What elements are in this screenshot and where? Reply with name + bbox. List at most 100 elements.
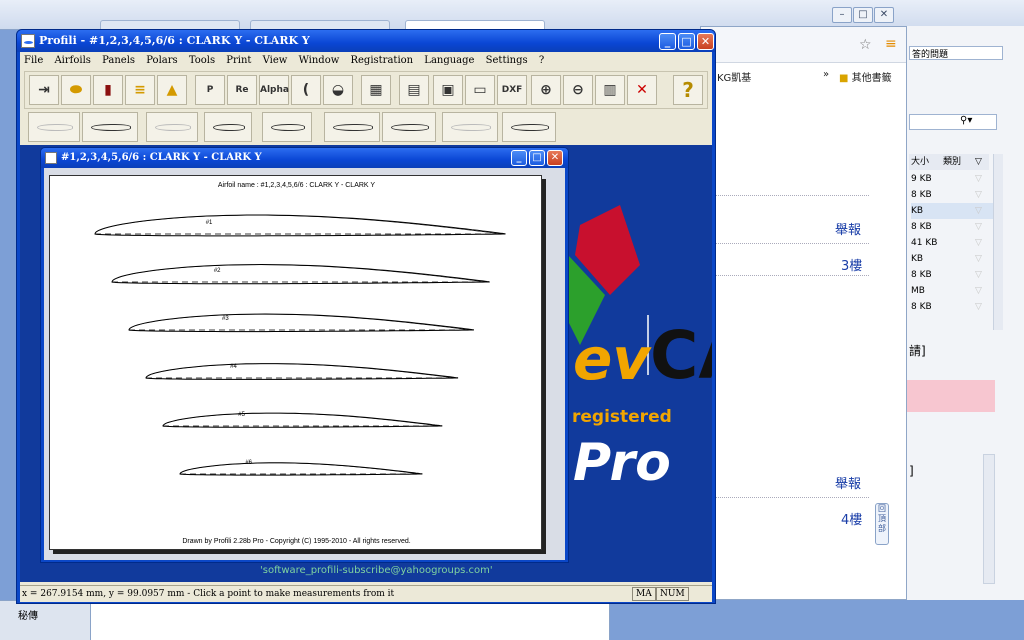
fuselage-icon[interactable] (204, 112, 252, 142)
flag-icon[interactable]: ▽ (975, 251, 982, 267)
monitor-icon[interactable]: ▣ (433, 75, 463, 105)
airfoil-drawing[interactable]: #1 #2 #3 #4 #5 #6 (50, 176, 543, 551)
menu-print[interactable]: Print (226, 55, 251, 66)
book-icon[interactable]: ▮ (93, 75, 123, 105)
menu-registration[interactable]: Registration (350, 55, 413, 66)
plot-titlebar[interactable]: #1,2,3,4,5,6/6 : CLARK Y - CLARK Y _ □ ✕ (41, 148, 568, 168)
ribs-plan-icon[interactable] (442, 112, 498, 142)
file-list-row[interactable]: 9 KB ▽ (911, 171, 993, 187)
flag-icon[interactable]: ▽ (975, 235, 982, 251)
airfoil-icon[interactable]: ⬬ (61, 75, 91, 105)
delete-icon[interactable]: ✕ (627, 75, 657, 105)
tower-icon[interactable]: ▲ (157, 75, 187, 105)
flag-icon[interactable]: ▽ (975, 203, 982, 219)
taskbar-item[interactable]: 秘傳 (18, 607, 38, 622)
flag-icon[interactable]: ▽ (975, 299, 982, 315)
back-to-top-button[interactable]: 回頂部 (875, 503, 889, 545)
bookmark-item[interactable]: KG凱基 (717, 69, 751, 84)
subscribe-email[interactable]: 'software_profili-subscribe@yahoogroups.… (260, 565, 493, 576)
background-close-button[interactable]: ✕ (874, 7, 894, 23)
window-title: Profili - #1,2,3,4,5,6/6 : CLARK Y - CLA… (39, 34, 310, 47)
grid-icon[interactable]: ▥ (595, 75, 625, 105)
background-minimize-button[interactable]: – (832, 7, 852, 23)
menu-panels[interactable]: Panels (102, 55, 135, 66)
search-field[interactable]: 答的問題 (909, 46, 1003, 60)
panel-icon[interactable]: ▦ (361, 75, 391, 105)
menu-file[interactable]: File (24, 55, 43, 66)
curve-icon[interactable]: ( (291, 75, 321, 105)
main-toolbar: ⇥ ⬬ ▮ ≡ ▲ P Re Alpha(◒ ▦ ▤ ▣ ▭ DXF ⊕ ⊖ ▥ ✕? (24, 71, 708, 109)
close-button[interactable]: ✕ (697, 33, 714, 50)
report-link[interactable]: 舉報 (835, 473, 861, 492)
minimize-button[interactable]: _ (659, 33, 676, 50)
file-size: 8 KB (911, 270, 932, 280)
status-num: NUM (656, 587, 689, 601)
menu-view[interactable]: View (263, 55, 288, 66)
airfoil-light-icon[interactable] (146, 112, 198, 142)
maximize-button[interactable]: □ (678, 33, 695, 50)
filter-icon[interactable]: ▽ (975, 154, 982, 170)
bookmarks-more[interactable]: » (823, 69, 829, 80)
menu-help[interactable]: ? (539, 55, 544, 66)
status-text: x = 267.9154 mm, y = 99.0957 mm - Click … (22, 589, 395, 599)
airfoil-holes-icon[interactable] (382, 112, 436, 142)
fish-icon[interactable]: ◒ (323, 75, 353, 105)
file-list-row[interactable]: 8 KB ▽ (911, 267, 993, 283)
column-header-type[interactable]: 類別 (943, 154, 961, 170)
plot-maximize-button[interactable]: □ (529, 150, 545, 166)
plot-window-icon[interactable] (45, 152, 57, 164)
flow-icon[interactable] (324, 112, 380, 142)
zoom-in-icon[interactable]: ⊕ (531, 75, 561, 105)
flag-icon[interactable]: ▽ (975, 219, 982, 235)
menu-airfoils[interactable]: Airfoils (54, 55, 90, 66)
file-size: KB (911, 206, 924, 216)
plot-close-button[interactable]: ✕ (547, 150, 563, 166)
file-list-row[interactable]: 8 KB ▽ (911, 187, 993, 203)
menu-language[interactable]: Language (424, 55, 474, 66)
profili-titlebar[interactable]: Profili - #1,2,3,4,5,6/6 : CLARK Y - CLA… (17, 30, 715, 52)
re-icon[interactable]: Re (227, 75, 257, 105)
airfoil-outline-icon[interactable] (28, 112, 80, 142)
flag-icon[interactable]: ▽ (975, 171, 982, 187)
airfoil-label: #4 (230, 364, 237, 370)
file-list-row[interactable]: 8 KB ▽ (911, 299, 993, 315)
help-icon[interactable]: ? (673, 75, 703, 105)
menu-polars[interactable]: Polars (146, 55, 177, 66)
folder-icon: ■ (839, 73, 849, 84)
menu-settings[interactable]: Settings (486, 55, 528, 66)
menu-window[interactable]: Window (299, 55, 340, 66)
flag-icon[interactable]: ▽ (975, 187, 982, 203)
search-icon[interactable]: ⚲▾ (960, 115, 972, 126)
flag-icon[interactable]: ▽ (975, 267, 982, 283)
alpha-icon[interactable]: Alpha (259, 75, 289, 105)
other-bookmarks[interactable]: ■ 其他書籤 (839, 69, 892, 84)
plane-icon[interactable] (502, 112, 556, 142)
profili-app-icon[interactable] (21, 34, 35, 48)
toolbar-glyph (155, 124, 191, 131)
calc-icon[interactable]: ▤ (399, 75, 429, 105)
zoom-out-icon[interactable]: ⊖ (563, 75, 593, 105)
scrollbar[interactable] (993, 154, 1003, 330)
menu-icon[interactable]: ≡ (885, 36, 897, 52)
cp-icon[interactable]: P (195, 75, 225, 105)
scrollbar[interactable] (983, 454, 995, 584)
file-list-row[interactable]: KB ▽ (911, 203, 993, 219)
dxf-icon[interactable]: DXF (497, 75, 527, 105)
rib-icon[interactable] (262, 112, 312, 142)
file-list-row[interactable]: MB ▽ (911, 283, 993, 299)
printer-icon[interactable]: ▭ (465, 75, 495, 105)
file-list-row[interactable]: KB ▽ (911, 251, 993, 267)
flag-icon[interactable]: ▽ (975, 283, 982, 299)
plot-minimize-button[interactable]: _ (511, 150, 527, 166)
stack-icon[interactable]: ≡ (125, 75, 155, 105)
file-list-row[interactable]: 8 KB ▽ (911, 219, 993, 235)
star-icon[interactable]: ☆ (859, 37, 872, 53)
file-list-row[interactable]: 41 KB ▽ (911, 235, 993, 251)
search-input[interactable]: ⚲▾ (909, 114, 997, 130)
menu-tools[interactable]: Tools (189, 55, 215, 66)
exit-icon[interactable]: ⇥ (29, 75, 59, 105)
airfoil-arrow-icon[interactable] (82, 112, 138, 142)
column-header-size[interactable]: 大小 (911, 154, 929, 170)
report-link[interactable]: 舉報 (835, 219, 861, 238)
background-maximize-button[interactable]: □ (853, 7, 873, 23)
